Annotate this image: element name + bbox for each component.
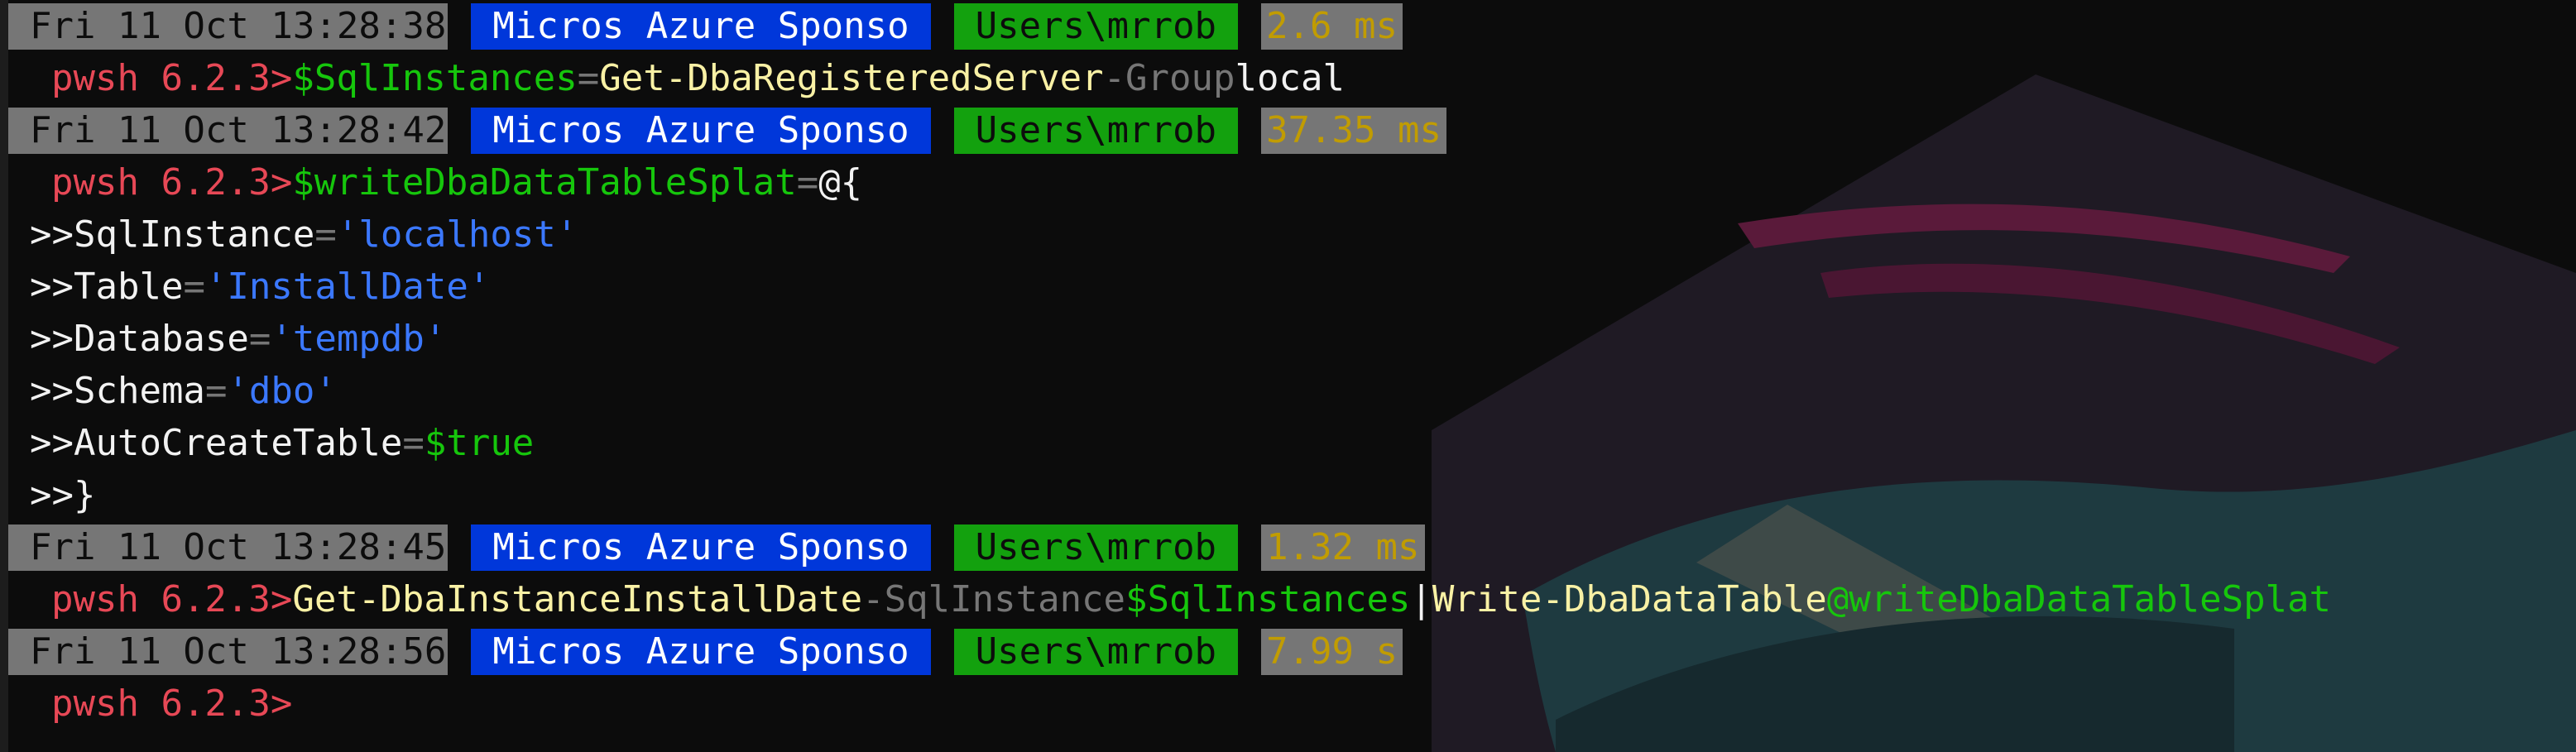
hashtable-key: Database [73, 318, 249, 360]
prompt-status-line: Fri 11 Oct 13:28:45 Micros Azure Sponso … [8, 521, 2576, 573]
operator: = [183, 266, 205, 308]
cmdlet: Get-DbaInstanceInstallDate [292, 578, 863, 620]
operator: = [577, 57, 600, 99]
string-value: 'localhost' [336, 213, 578, 256]
status-date: Fri 11 Oct 13:28:38 [8, 2, 449, 50]
operator: = [314, 213, 337, 256]
cmdlet: Get-DbaRegisteredServer [599, 57, 1104, 99]
command-line: pwsh 6.2.3> Get-DbaInstanceInstallDate -… [8, 573, 2576, 625]
status-elapsed: 7.99 s [1261, 628, 1403, 675]
cmdlet: Write-DbaDataTable [1432, 578, 1827, 620]
continuation-prompt: >> [30, 318, 74, 360]
operator: = [204, 370, 228, 412]
splat-variable: @writeDbaDataTableSplat [1826, 578, 2332, 620]
hashtable-open: @{ [818, 161, 863, 204]
status-elapsed: 2.6 ms [1261, 2, 1403, 50]
continuation-prompt: >> [30, 213, 74, 256]
variable: $SqlInstances [1125, 578, 1411, 620]
status-user: Users\mrrob [953, 107, 1239, 154]
continuation-prompt: >> [30, 422, 74, 464]
prompt-status-line: Fri 11 Oct 13:28:38 Micros Azure Sponso … [8, 0, 2576, 52]
hashtable-key: AutoCreateTable [73, 422, 403, 464]
active-prompt-line[interactable]: pwsh 6.2.3> [8, 678, 2576, 730]
continuation-prompt: >> [30, 370, 74, 412]
shell-prompt: pwsh 6.2.3> [51, 161, 293, 204]
window-left-edge [0, 0, 8, 752]
status-user: Users\mrrob [953, 2, 1239, 50]
status-host: Micros Azure Sponso [471, 524, 931, 571]
continuation-prompt: >> [30, 266, 74, 308]
status-date: Fri 11 Oct 13:28:45 [8, 524, 449, 571]
variable: $SqlInstances [292, 57, 578, 99]
continuation-line: >> AutoCreateTable = $true [8, 417, 2576, 469]
status-elapsed: 1.32 ms [1261, 524, 1425, 571]
command-line: pwsh 6.2.3> $SqlInstances = Get-DbaRegis… [8, 52, 2576, 104]
operator: = [796, 161, 819, 204]
hashtable-key: Table [73, 266, 184, 308]
continuation-line: >> Schema = 'dbo' [8, 365, 2576, 417]
continuation-line: >> Table = 'InstallDate' [8, 261, 2576, 313]
variable: $writeDbaDataTableSplat [292, 161, 797, 204]
string-value: 'dbo' [227, 370, 337, 412]
argument: local [1235, 57, 1345, 99]
shell-prompt: pwsh 6.2.3> [51, 578, 293, 620]
continuation-line: >> } [8, 469, 2576, 521]
hashtable-key: SqlInstance [73, 213, 315, 256]
operator: = [248, 318, 271, 360]
status-date: Fri 11 Oct 13:28:56 [8, 628, 449, 675]
status-host: Micros Azure Sponso [471, 107, 931, 154]
status-date: Fri 11 Oct 13:28:42 [8, 107, 449, 154]
hashtable-close: } [73, 474, 96, 516]
prompt-status-line: Fri 11 Oct 13:28:42 Micros Azure Sponso … [8, 104, 2576, 156]
parameter: -SqlInstance [862, 578, 1126, 620]
continuation-line: >> Database = 'tempdb' [8, 313, 2576, 365]
status-user: Users\mrrob [953, 524, 1239, 571]
status-host: Micros Azure Sponso [471, 628, 931, 675]
string-value: 'tempdb' [271, 318, 447, 360]
status-host: Micros Azure Sponso [471, 2, 931, 50]
string-value: 'InstallDate' [204, 266, 491, 308]
boolean-value: $true [424, 422, 535, 464]
pipe-operator: | [1410, 578, 1432, 620]
prompt-status-line: Fri 11 Oct 13:28:56 Micros Azure Sponso … [8, 625, 2576, 678]
shell-prompt: pwsh 6.2.3> [51, 683, 293, 725]
continuation-line: >> SqlInstance = 'localhost' [8, 208, 2576, 261]
operator: = [402, 422, 425, 464]
continuation-prompt: >> [30, 474, 74, 516]
terminal-output[interactable]: Fri 11 Oct 13:28:38 Micros Azure Sponso … [8, 0, 2576, 752]
status-elapsed: 37.35 ms [1261, 107, 1446, 154]
parameter: -Group [1103, 57, 1235, 99]
shell-prompt: pwsh 6.2.3> [51, 57, 293, 99]
hashtable-key: Schema [73, 370, 205, 412]
command-line: pwsh 6.2.3> $writeDbaDataTableSplat = @{ [8, 156, 2576, 208]
status-user: Users\mrrob [953, 628, 1239, 675]
